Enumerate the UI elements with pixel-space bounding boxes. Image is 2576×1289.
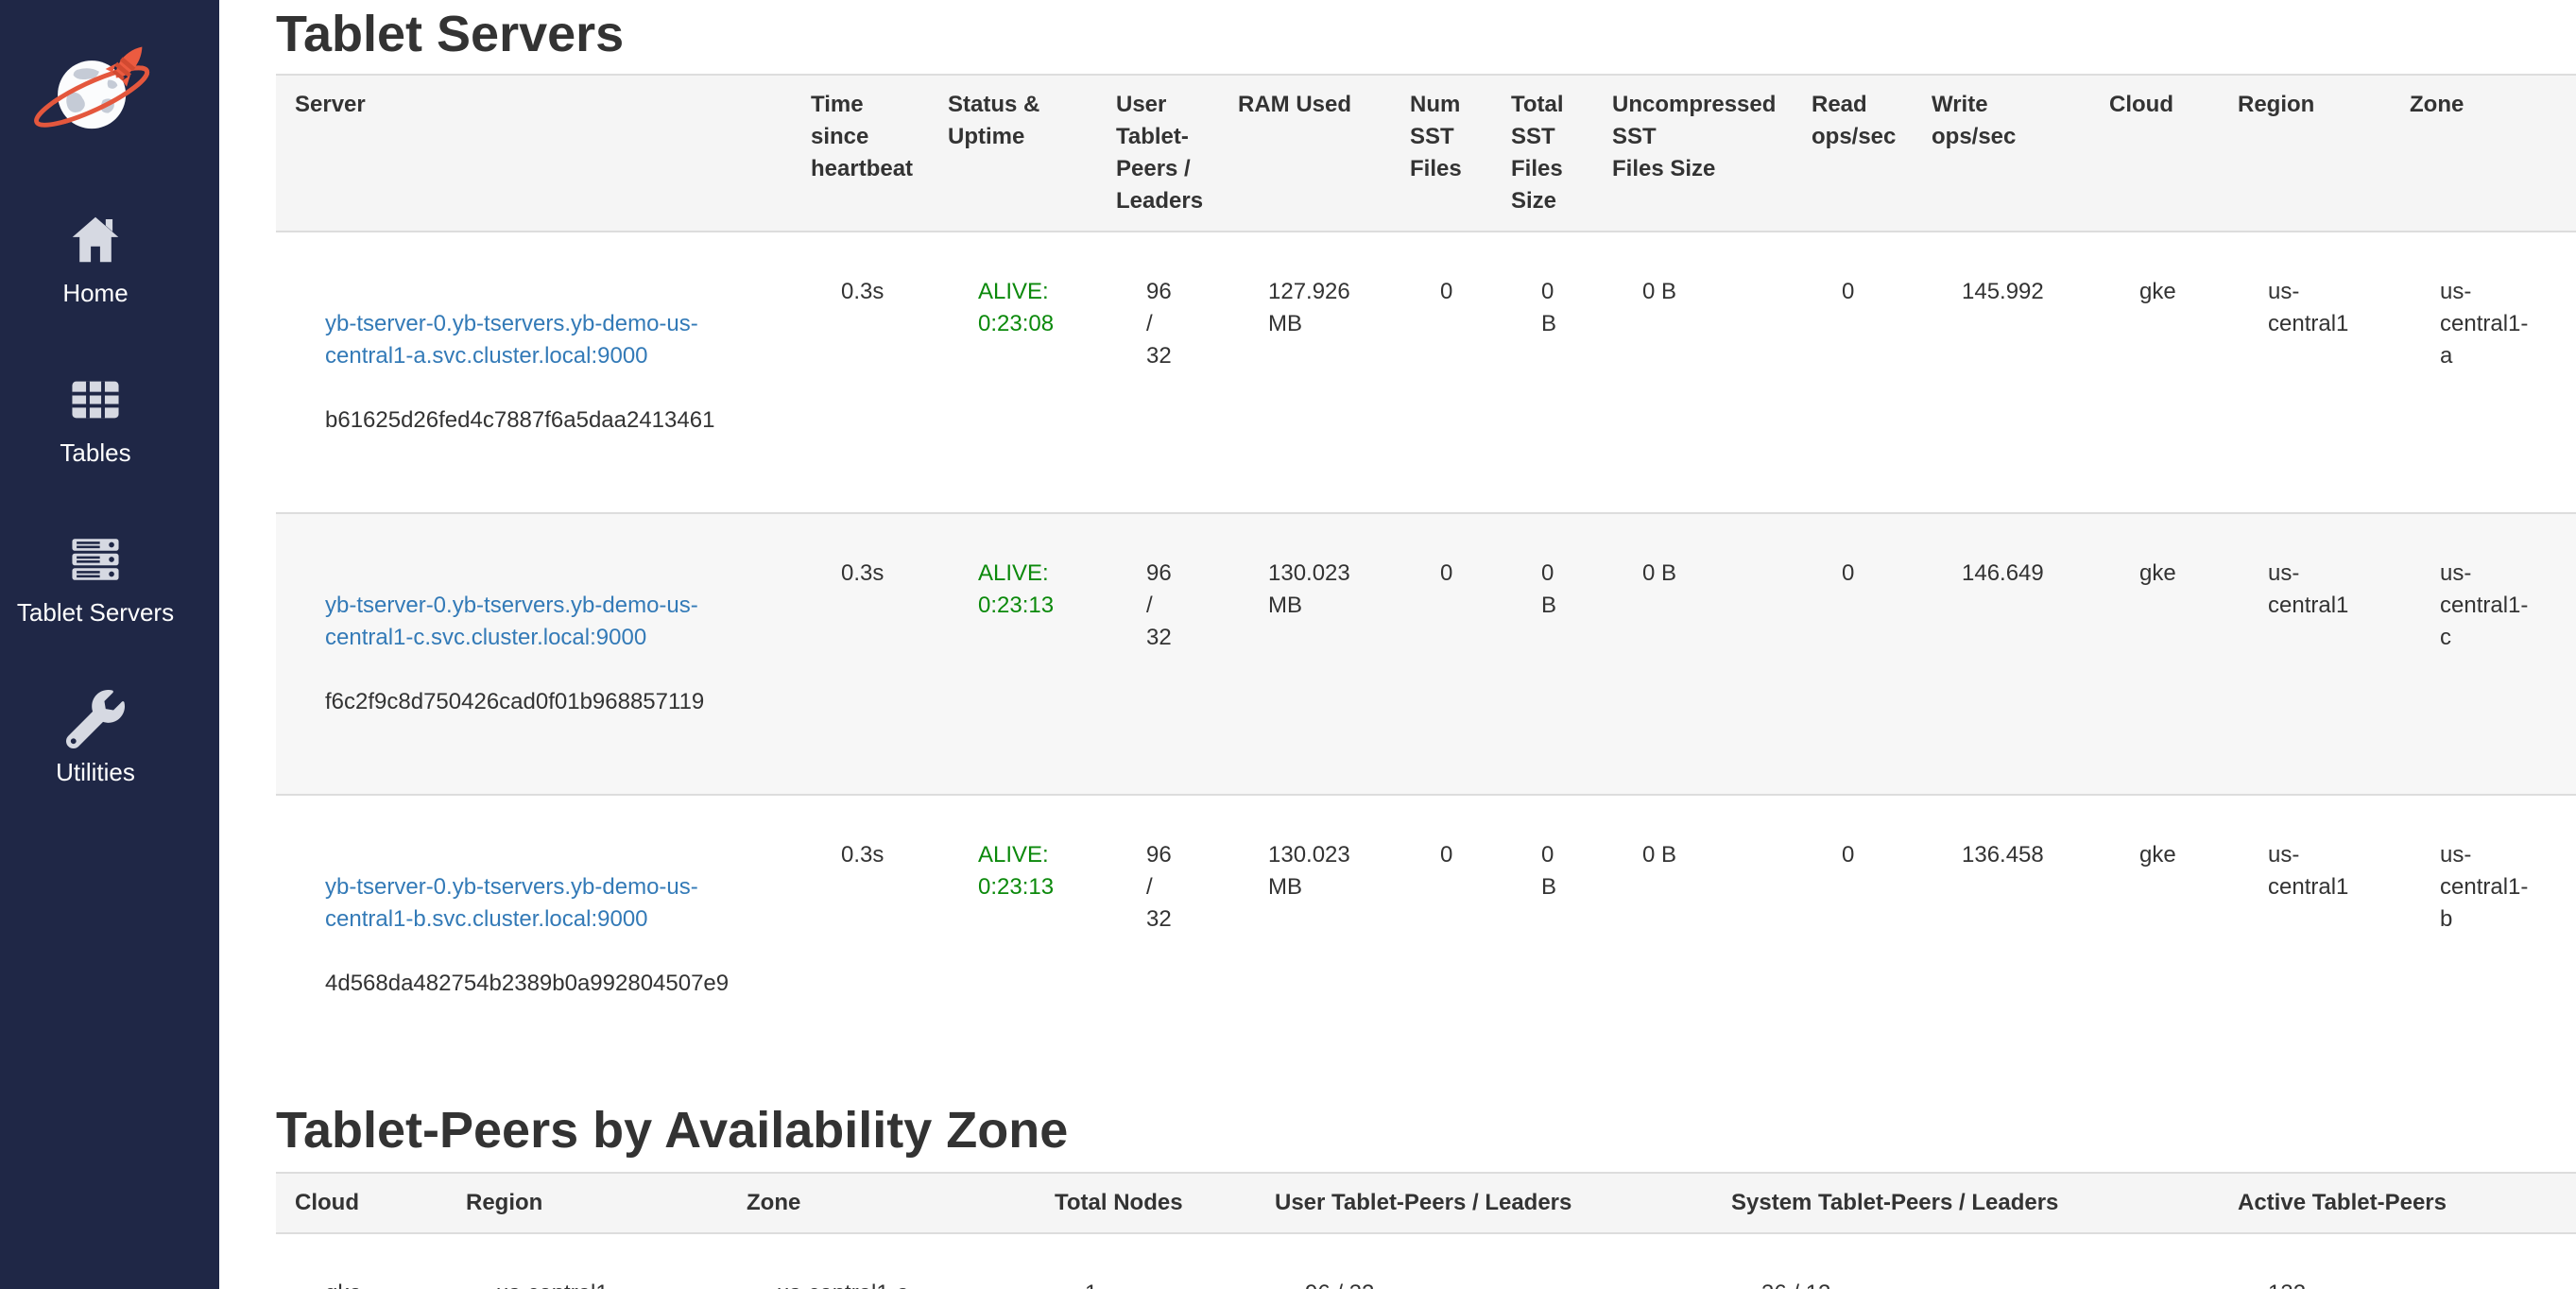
total-nodes-cell: 1	[1036, 1233, 1256, 1289]
user-tablet-peers-cell: 96 / 32	[1097, 795, 1219, 1075]
sidebar: Home Tables	[0, 0, 219, 1289]
server-uuid: b61625d26fed4c7887f6a5daa2413461	[325, 404, 773, 437]
status-cell: ALIVE: 0:23:13	[929, 795, 1097, 1075]
server-cell: yb-tserver-0.yb-tservers.yb-demo-us- cen…	[276, 232, 792, 513]
sidebar-item-tables[interactable]: Tables	[60, 370, 130, 467]
col-header-zone: Zone	[2391, 75, 2576, 232]
region-cell: us- central1	[2219, 513, 2391, 795]
heartbeat-cell: 0.3s	[792, 232, 929, 513]
cloud-cell: gke	[276, 1233, 447, 1289]
table-header-row: Server Time since heartbeat Status & Upt…	[276, 75, 2576, 232]
col-header-user-peers: User Tablet-Peers / Leaders	[1256, 1173, 1712, 1233]
num-sst-cell: 0	[1391, 232, 1492, 513]
region-cell: us- central1	[2219, 795, 2391, 1075]
table-row: yb-tserver-0.yb-tservers.yb-demo-us- cen…	[276, 513, 2576, 795]
total-sst-cell: 0 B	[1492, 232, 1593, 513]
server-cell: yb-tserver-0.yb-tservers.yb-demo-us- cen…	[276, 795, 792, 1075]
num-sst-cell: 0	[1391, 513, 1492, 795]
col-header-region: Region	[2219, 75, 2391, 232]
cloud-cell: gke	[2090, 513, 2219, 795]
col-header-total-nodes: Total Nodes	[1036, 1173, 1256, 1233]
home-icon	[66, 211, 125, 269]
server-link[interactable]: yb-tserver-0.yb-tservers.yb-demo-us- cen…	[325, 308, 773, 372]
ram-cell: 127.926 MB	[1219, 232, 1391, 513]
uncompressed-sst-cell: 0 B	[1593, 232, 1793, 513]
sidebar-item-label: Utilities	[56, 758, 135, 786]
server-cell: yb-tserver-0.yb-tservers.yb-demo-us- cen…	[276, 513, 792, 795]
wrench-icon	[66, 690, 125, 748]
ram-cell: 130.023 MB	[1219, 513, 1391, 795]
cloud-cell: gke	[2090, 795, 2219, 1075]
heartbeat-cell: 0.3s	[792, 795, 929, 1075]
section-title-tablet-peers-by-az: Tablet-Peers by Availability Zone	[276, 1100, 2576, 1160]
heartbeat-cell: 0.3s	[792, 513, 929, 795]
cloud-cell: gke	[2090, 232, 2219, 513]
col-header-total-sst: Total SST Files Size	[1492, 75, 1593, 232]
zone-cell: us- central1- a	[2391, 232, 2576, 513]
col-header-heartbeat: Time since heartbeat	[792, 75, 929, 232]
system-peers-cell: 36 / 12	[1712, 1233, 2219, 1289]
col-header-active-peers: Active Tablet-Peers	[2219, 1173, 2576, 1233]
active-peers-cell: 132	[2219, 1233, 2576, 1289]
tablet-servers-table: Server Time since heartbeat Status & Upt…	[276, 74, 2576, 1075]
main-content: Tablet Servers Server Time since heartbe…	[219, 0, 2576, 1289]
col-header-ram: RAM Used	[1219, 75, 1391, 232]
status-cell: ALIVE: 0:23:13	[929, 513, 1097, 795]
status-cell: ALIVE: 0:23:08	[929, 232, 1097, 513]
server-uuid: f6c2f9c8d750426cad0f01b968857119	[325, 686, 773, 718]
yugabyte-logo[interactable]	[0, 28, 191, 134]
server-link[interactable]: yb-tserver-0.yb-tservers.yb-demo-us- cen…	[325, 871, 773, 936]
col-header-cloud: Cloud	[276, 1173, 447, 1233]
ram-cell: 130.023 MB	[1219, 795, 1391, 1075]
uncompressed-sst-cell: 0 B	[1593, 513, 1793, 795]
servers-icon	[66, 530, 125, 589]
num-sst-cell: 0	[1391, 795, 1492, 1075]
col-header-region: Region	[447, 1173, 728, 1233]
zone-cell: us- central1- c	[2391, 513, 2576, 795]
col-header-server: Server	[276, 75, 792, 232]
user-tablet-peers-cell: 96 / 32	[1097, 232, 1219, 513]
sidebar-item-label: Tables	[60, 438, 130, 467]
col-header-system-peers: System Tablet-Peers / Leaders	[1712, 1173, 2219, 1233]
col-header-num-sst: Num SST Files	[1391, 75, 1492, 232]
col-header-read-ops: Read ops/sec	[1793, 75, 1913, 232]
sidebar-item-label: Tablet Servers	[17, 598, 174, 627]
table-header-row: Cloud Region Zone Total Nodes User Table…	[276, 1173, 2576, 1233]
page-title: Tablet Servers	[276, 6, 2576, 62]
sidebar-item-label: Home	[62, 279, 128, 307]
col-header-user-tablet-peers: User Tablet- Peers / Leaders	[1097, 75, 1219, 232]
total-sst-cell: 0 B	[1492, 513, 1593, 795]
sidebar-item-tablet-servers[interactable]: Tablet Servers	[17, 530, 174, 627]
user-tablet-peers-cell: 96 / 32	[1097, 513, 1219, 795]
table-row: yb-tserver-0.yb-tservers.yb-demo-us- cen…	[276, 795, 2576, 1075]
col-header-uncompressed-sst: Uncompressed SST Files Size	[1593, 75, 1793, 232]
write-ops-cell: 145.992	[1913, 232, 2090, 513]
server-uuid: 4d568da482754b2389b0a992804507e9	[325, 968, 773, 1000]
read-ops-cell: 0	[1793, 795, 1913, 1075]
region-cell: us-central1	[447, 1233, 728, 1289]
table-row: gke us-central1 us-central1-a 1 96 / 32 …	[276, 1233, 2576, 1289]
zone-cell: us-central1-a	[728, 1233, 1036, 1289]
user-peers-cell: 96 / 32	[1256, 1233, 1712, 1289]
col-header-status: Status & Uptime	[929, 75, 1097, 232]
write-ops-cell: 146.649	[1913, 513, 2090, 795]
read-ops-cell: 0	[1793, 232, 1913, 513]
col-header-zone: Zone	[728, 1173, 1036, 1233]
col-header-cloud: Cloud	[2090, 75, 2219, 232]
tables-icon	[66, 370, 125, 429]
total-sst-cell: 0 B	[1492, 795, 1593, 1075]
sidebar-nav: Home Tables	[0, 211, 191, 786]
server-link[interactable]: yb-tserver-0.yb-tservers.yb-demo-us- cen…	[325, 590, 773, 654]
read-ops-cell: 0	[1793, 513, 1913, 795]
sidebar-item-home[interactable]: Home	[62, 211, 128, 307]
uncompressed-sst-cell: 0 B	[1593, 795, 1793, 1075]
tablet-peers-by-zone-table: Cloud Region Zone Total Nodes User Table…	[276, 1172, 2576, 1289]
globe-rocket-icon	[10, 28, 180, 134]
zone-cell: us- central1- b	[2391, 795, 2576, 1075]
sidebar-item-utilities[interactable]: Utilities	[56, 690, 135, 786]
table-row: yb-tserver-0.yb-tservers.yb-demo-us- cen…	[276, 232, 2576, 513]
col-header-write-ops: Write ops/sec	[1913, 75, 2090, 232]
write-ops-cell: 136.458	[1913, 795, 2090, 1075]
region-cell: us- central1	[2219, 232, 2391, 513]
